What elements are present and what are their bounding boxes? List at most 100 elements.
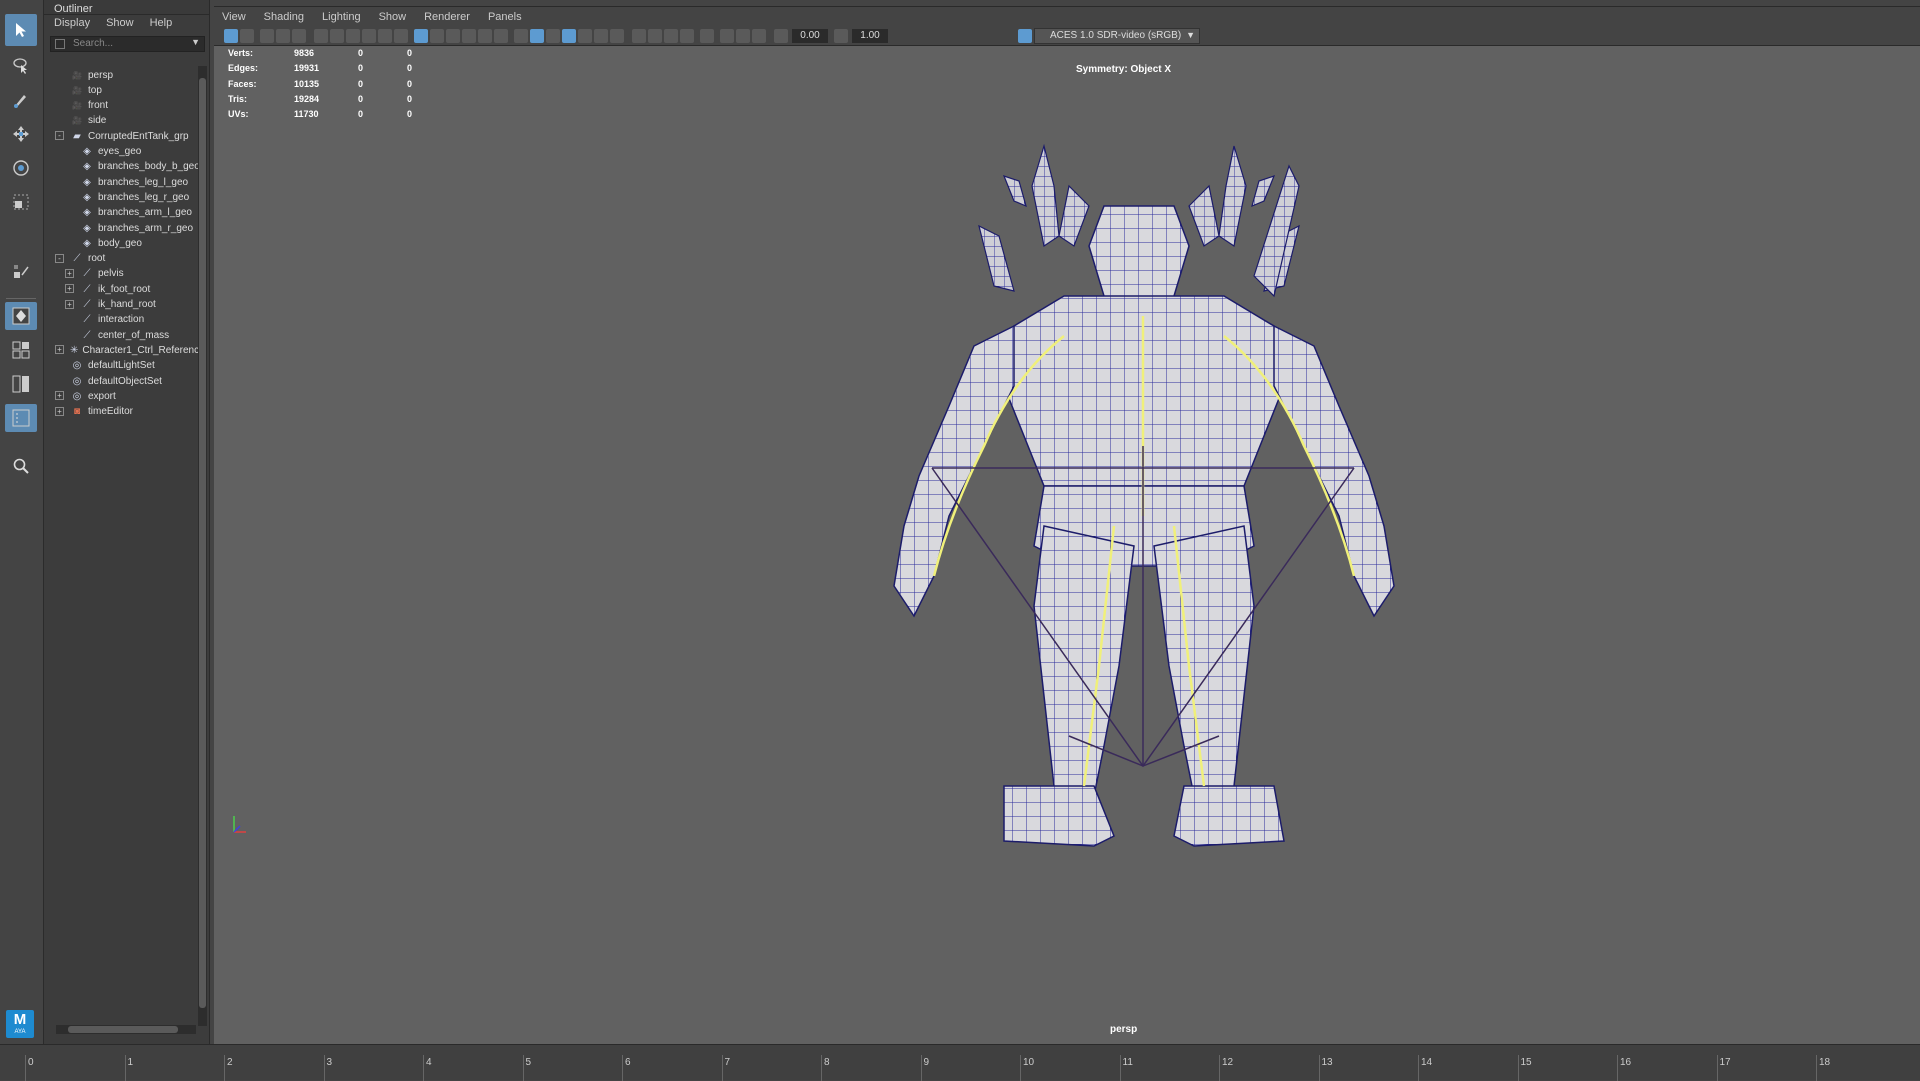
outliner-menu-display[interactable]: Display bbox=[54, 17, 90, 32]
maya-logo-icon[interactable]: M AYA bbox=[6, 1010, 34, 1038]
outliner-horizontal-scrollbar[interactable] bbox=[56, 1025, 196, 1034]
wireframe-icon[interactable] bbox=[462, 29, 476, 43]
panel-menu-renderer[interactable]: Renderer bbox=[424, 7, 470, 26]
outliner-item-label: eyes_geo bbox=[98, 146, 142, 157]
wireframe-on-shaded-icon[interactable] bbox=[514, 29, 528, 43]
time-slider[interactable]: 0 1 2 3 4 5 6 7 8 9 10 11 12 13 14 15 16 17 18 bbox=[0, 1044, 1920, 1081]
textured-icon[interactable] bbox=[546, 29, 560, 43]
single-perspective-layout-icon[interactable] bbox=[5, 302, 37, 330]
gamma-field[interactable]: 1.00 bbox=[852, 29, 888, 43]
color-management-icon[interactable] bbox=[1018, 29, 1032, 43]
hud-toggle-icon[interactable] bbox=[752, 29, 766, 43]
search-placeholder: Search... bbox=[73, 38, 114, 49]
shadows-icon[interactable] bbox=[578, 29, 592, 43]
resolution-gate-icon[interactable] bbox=[362, 29, 376, 43]
expand-toggle-icon[interactable]: + bbox=[55, 391, 64, 401]
paint-select-tool-icon[interactable] bbox=[5, 84, 37, 116]
outliner-item-label: CorruptedEntTank_grp bbox=[88, 130, 189, 142]
xray-icon[interactable] bbox=[680, 29, 694, 43]
outliner-menu-show[interactable]: Show bbox=[106, 17, 134, 32]
xray-joints-icon[interactable] bbox=[700, 29, 714, 43]
lights-icon[interactable] bbox=[562, 29, 576, 43]
image-plane-icon[interactable] bbox=[276, 29, 290, 43]
panel-menu-panels[interactable]: Panels bbox=[488, 7, 522, 26]
anti-aliasing-icon[interactable] bbox=[632, 29, 646, 43]
panel-menu-shading[interactable]: Shading bbox=[264, 7, 304, 26]
scale-tool-icon[interactable] bbox=[5, 186, 37, 218]
isolate-select-icon[interactable] bbox=[664, 29, 678, 43]
bookmark-icon[interactable] bbox=[260, 29, 274, 43]
timeline-tick-label: 8 bbox=[824, 1057, 830, 1068]
expand-toggle-icon[interactable]: - bbox=[55, 253, 64, 263]
outliner-item-label: branches_arm_l_geo bbox=[98, 207, 192, 219]
timeline-tick bbox=[920, 1055, 922, 1081]
outliner-search-input[interactable]: Search... ▼ bbox=[50, 36, 205, 52]
rotate-tool-icon[interactable] bbox=[5, 152, 37, 184]
gamma-icon[interactable] bbox=[834, 29, 848, 43]
xray-active-icon[interactable] bbox=[736, 29, 750, 43]
timeline-tick bbox=[1418, 1055, 1419, 1081]
grease-pencil-icon[interactable] bbox=[292, 29, 306, 43]
exposure-icon[interactable] bbox=[774, 29, 788, 43]
panel-menu-view[interactable]: View bbox=[222, 7, 246, 26]
outliner-item-label: side bbox=[88, 115, 107, 127]
timeline-tick bbox=[1020, 1055, 1021, 1081]
timeline-tick bbox=[1716, 1055, 1718, 1081]
safe-action-icon[interactable] bbox=[430, 29, 444, 43]
outliner-item-label: branches_leg_r_geo bbox=[98, 191, 190, 203]
move-tool-icon[interactable] bbox=[5, 118, 37, 150]
camera-icon: 🎥 bbox=[72, 116, 82, 126]
safe-title-icon[interactable] bbox=[446, 29, 460, 43]
bounding-box-icon[interactable] bbox=[494, 29, 508, 43]
gate-mask-icon[interactable] bbox=[378, 29, 392, 43]
depth-of-field-icon[interactable] bbox=[648, 29, 662, 43]
panel-menu-lighting[interactable]: Lighting bbox=[322, 7, 361, 26]
color-management-dropdown[interactable]: ACES 1.0 SDR-video (sRGB) ▼ bbox=[1034, 28, 1200, 44]
outliner-menu-help[interactable]: Help bbox=[150, 17, 173, 32]
joint-icon: ⟋ bbox=[83, 314, 91, 326]
panel-menu-show[interactable]: Show bbox=[379, 7, 407, 26]
field-chart-icon[interactable] bbox=[394, 29, 408, 43]
camera-attributes-icon[interactable] bbox=[240, 29, 254, 43]
camera-icon[interactable] bbox=[314, 29, 328, 43]
persp-outliner-layout-icon[interactable] bbox=[5, 370, 37, 398]
expand-toggle-icon[interactable]: + bbox=[55, 406, 64, 416]
outliner-vertical-scrollbar[interactable] bbox=[198, 66, 207, 1026]
motion-blur-icon[interactable] bbox=[610, 29, 624, 43]
expand-toggle-icon[interactable]: + bbox=[65, 284, 74, 294]
timeline-tick bbox=[124, 1055, 126, 1081]
backface-culling-icon[interactable] bbox=[720, 29, 734, 43]
timeline-tick bbox=[323, 1055, 325, 1081]
timeline-tick-label: 12 bbox=[1222, 1057, 1234, 1068]
ambient-occlusion-icon[interactable] bbox=[594, 29, 608, 43]
timeline-tick-label: 13 bbox=[1321, 1057, 1333, 1068]
outliner-item-label: body_geo bbox=[98, 237, 142, 249]
outliner-toggle-icon[interactable] bbox=[5, 404, 37, 432]
last-tool-icon[interactable] bbox=[5, 256, 37, 288]
panel-menu-bar: View Shading Lighting Show Renderer Pane… bbox=[214, 6, 1920, 26]
expand-toggle-icon[interactable]: + bbox=[65, 268, 74, 278]
expand-toggle-icon[interactable]: + bbox=[55, 345, 64, 355]
timeline-tick bbox=[224, 1055, 225, 1081]
select-camera-icon[interactable] bbox=[224, 29, 238, 43]
timeline-tick-label: 0 bbox=[28, 1057, 34, 1068]
exposure-field[interactable]: 0.00 bbox=[792, 29, 828, 43]
joint-icon: ⟋ bbox=[83, 299, 91, 310]
viewport-persp[interactable]: Verts: 9836 0 0 Edges: 19931 0 0 Faces: 10135 0 0 Tr… bbox=[214, 46, 1920, 1044]
grid-icon[interactable] bbox=[414, 29, 428, 43]
outliner-item[interactable]: ◙ timeEditor bbox=[70, 403, 204, 421]
film-gate-icon[interactable] bbox=[346, 29, 360, 43]
expand-toggle-icon[interactable]: + bbox=[65, 299, 74, 309]
outliner-item-label: export bbox=[88, 390, 116, 402]
smooth-shade-icon[interactable] bbox=[478, 29, 492, 43]
four-view-layout-icon[interactable] bbox=[5, 336, 37, 364]
select-tool-icon[interactable] bbox=[5, 14, 37, 46]
expand-toggle-icon[interactable]: - bbox=[55, 131, 64, 141]
shaded-icon[interactable] bbox=[530, 29, 544, 43]
timeline-tick bbox=[1318, 1055, 1320, 1081]
search-dropdown-icon[interactable]: ▼ bbox=[191, 37, 200, 47]
character-mesh[interactable] bbox=[214, 46, 1920, 1044]
search-icon[interactable] bbox=[5, 450, 37, 482]
lasso-tool-icon[interactable] bbox=[5, 50, 37, 82]
two-d-pan-icon[interactable] bbox=[330, 29, 344, 43]
